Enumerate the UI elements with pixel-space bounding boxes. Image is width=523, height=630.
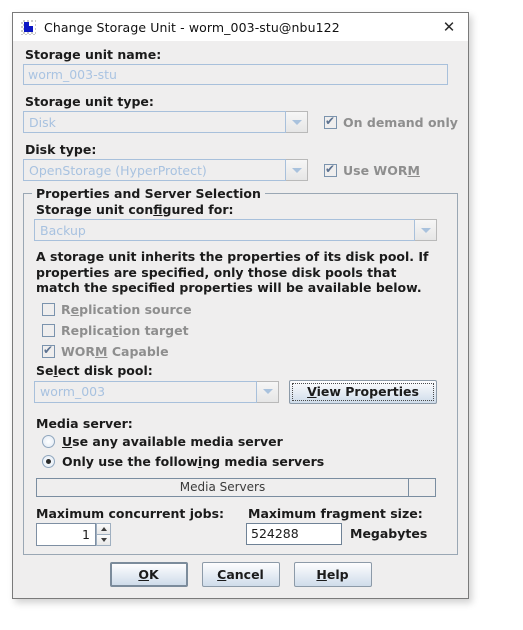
disk-type-label: Disk type: xyxy=(25,142,97,157)
dialog-title: Change Storage Unit - worm_003-stu@nbu12… xyxy=(44,19,340,35)
replication-target-checkbox[interactable]: Replication target xyxy=(42,323,447,338)
dialog-body: Storage unit name: worm_003-stu Storage … xyxy=(13,41,468,555)
media-server-label: Media server: xyxy=(36,415,133,431)
checkbox-box xyxy=(42,323,55,337)
max-concurrent-jobs-input[interactable]: 1 xyxy=(36,522,96,546)
storage-unit-name-label: Storage unit name: xyxy=(25,47,162,62)
radio-only-following-label: Only use the following media servers xyxy=(62,453,325,469)
select-disk-pool-row: worm_003 View Properties xyxy=(34,379,447,404)
max-concurrent-jobs-stepper[interactable]: 1 xyxy=(36,522,246,546)
chevron-down-icon[interactable] xyxy=(286,111,308,133)
on-demand-only-checkbox[interactable]: On demand only xyxy=(324,114,458,130)
storage-unit-type-value: Disk xyxy=(23,111,286,133)
view-properties-button[interactable]: View Properties xyxy=(289,379,437,404)
configured-for-value: Backup xyxy=(34,219,415,241)
storage-unit-name-input[interactable]: worm_003-stu xyxy=(23,64,448,85)
cancel-label: Cancel xyxy=(217,567,264,582)
storage-unit-type-row: Disk On demand only xyxy=(23,111,458,133)
cancel-button[interactable]: Cancel xyxy=(201,562,280,587)
checkbox-box xyxy=(42,343,55,358)
ok-label: OK xyxy=(138,567,159,582)
use-worm-checkbox[interactable]: Use WORM xyxy=(324,162,420,178)
max-concurrent-jobs-field-group: Maximum concurrent jobs: 1 xyxy=(34,506,246,546)
view-properties-label: View Properties xyxy=(307,384,419,399)
group-title: Properties and Server Selection xyxy=(32,186,265,201)
checkbox-box xyxy=(324,114,337,129)
help-button[interactable]: Help xyxy=(293,562,372,587)
disk-type-value: OpenStorage (HyperProtect) xyxy=(23,159,286,181)
properties-and-server-selection-group: Properties and Server Selection Storage … xyxy=(23,186,458,555)
worm-capable-checkbox[interactable]: WORM Capable xyxy=(42,343,447,359)
megabytes-label: Megabytes xyxy=(350,526,428,541)
storage-unit-type-combobox[interactable]: Disk xyxy=(23,111,308,133)
chevron-down-icon[interactable] xyxy=(415,219,437,241)
disk-type-combobox[interactable]: OpenStorage (HyperProtect) xyxy=(23,159,308,181)
storage-unit-type-label: Storage unit type: xyxy=(25,94,154,109)
radio-use-any-label: Use any available media server xyxy=(62,433,283,449)
limits-row: Maximum concurrent jobs: 1 Maximum fragm… xyxy=(34,506,447,546)
replication-source-label: Replication source xyxy=(61,301,192,317)
worm-capable-label: WORM Capable xyxy=(61,343,169,359)
radio-button xyxy=(42,434,55,448)
dialog-footer: OK Cancel Help xyxy=(13,555,468,601)
max-fragment-size-label: Maximum fragment size: xyxy=(248,505,423,521)
stepper-buttons[interactable] xyxy=(96,522,111,546)
select-disk-pool-value: worm_003 xyxy=(34,380,257,403)
configured-for-combobox[interactable]: Backup xyxy=(34,219,437,241)
stepper-up-icon[interactable] xyxy=(96,522,111,534)
max-fragment-size-row: 524288 Megabytes xyxy=(246,522,428,545)
radio-use-any-media-server[interactable]: Use any available media server xyxy=(42,434,447,449)
checkbox-box xyxy=(324,162,337,177)
disk-type-row: OpenStorage (HyperProtect) Use WORM xyxy=(23,159,458,181)
configured-for-label: Storage unit configured for: xyxy=(36,202,234,217)
help-label: Help xyxy=(316,567,349,582)
ok-button[interactable]: OK xyxy=(109,562,188,587)
stepper-down-icon[interactable] xyxy=(96,534,111,546)
max-fragment-size-input[interactable]: 524288 xyxy=(246,522,342,545)
desktop-background: Change Storage Unit - worm_003-stu@nbu12… xyxy=(0,0,523,630)
on-demand-only-label: On demand only xyxy=(343,114,458,130)
media-servers-column-header[interactable]: Media Servers xyxy=(37,478,409,496)
select-disk-pool-label: Select disk pool: xyxy=(36,362,153,378)
max-fragment-size-field-group: Maximum fragment size: 524288 Megabytes xyxy=(246,506,427,545)
select-disk-pool-combobox[interactable]: worm_003 xyxy=(34,380,279,403)
replication-source-checkbox[interactable]: Replication source xyxy=(42,302,447,317)
radio-button xyxy=(42,454,55,468)
media-servers-table-header[interactable]: Media Servers xyxy=(36,477,436,497)
replication-target-label: Replication target xyxy=(61,322,189,338)
close-icon[interactable]: ✕ xyxy=(432,14,466,40)
inheritance-description: A storage unit inherits the properties o… xyxy=(36,249,429,295)
change-storage-unit-dialog: Change Storage Unit - worm_003-stu@nbu12… xyxy=(12,12,469,599)
radio-only-following-media-servers[interactable]: Only use the following media servers xyxy=(42,454,447,469)
dialog-titlebar: Change Storage Unit - worm_003-stu@nbu12… xyxy=(13,13,468,41)
checkbox-box xyxy=(42,302,55,316)
media-servers-spare-column-header[interactable] xyxy=(409,479,435,496)
use-worm-label: Use WORM xyxy=(343,162,420,178)
storage-unit-icon xyxy=(21,19,36,35)
max-concurrent-jobs-label: Maximum concurrent jobs: xyxy=(36,505,225,521)
chevron-down-icon[interactable] xyxy=(257,380,279,403)
chevron-down-icon[interactable] xyxy=(286,159,308,181)
